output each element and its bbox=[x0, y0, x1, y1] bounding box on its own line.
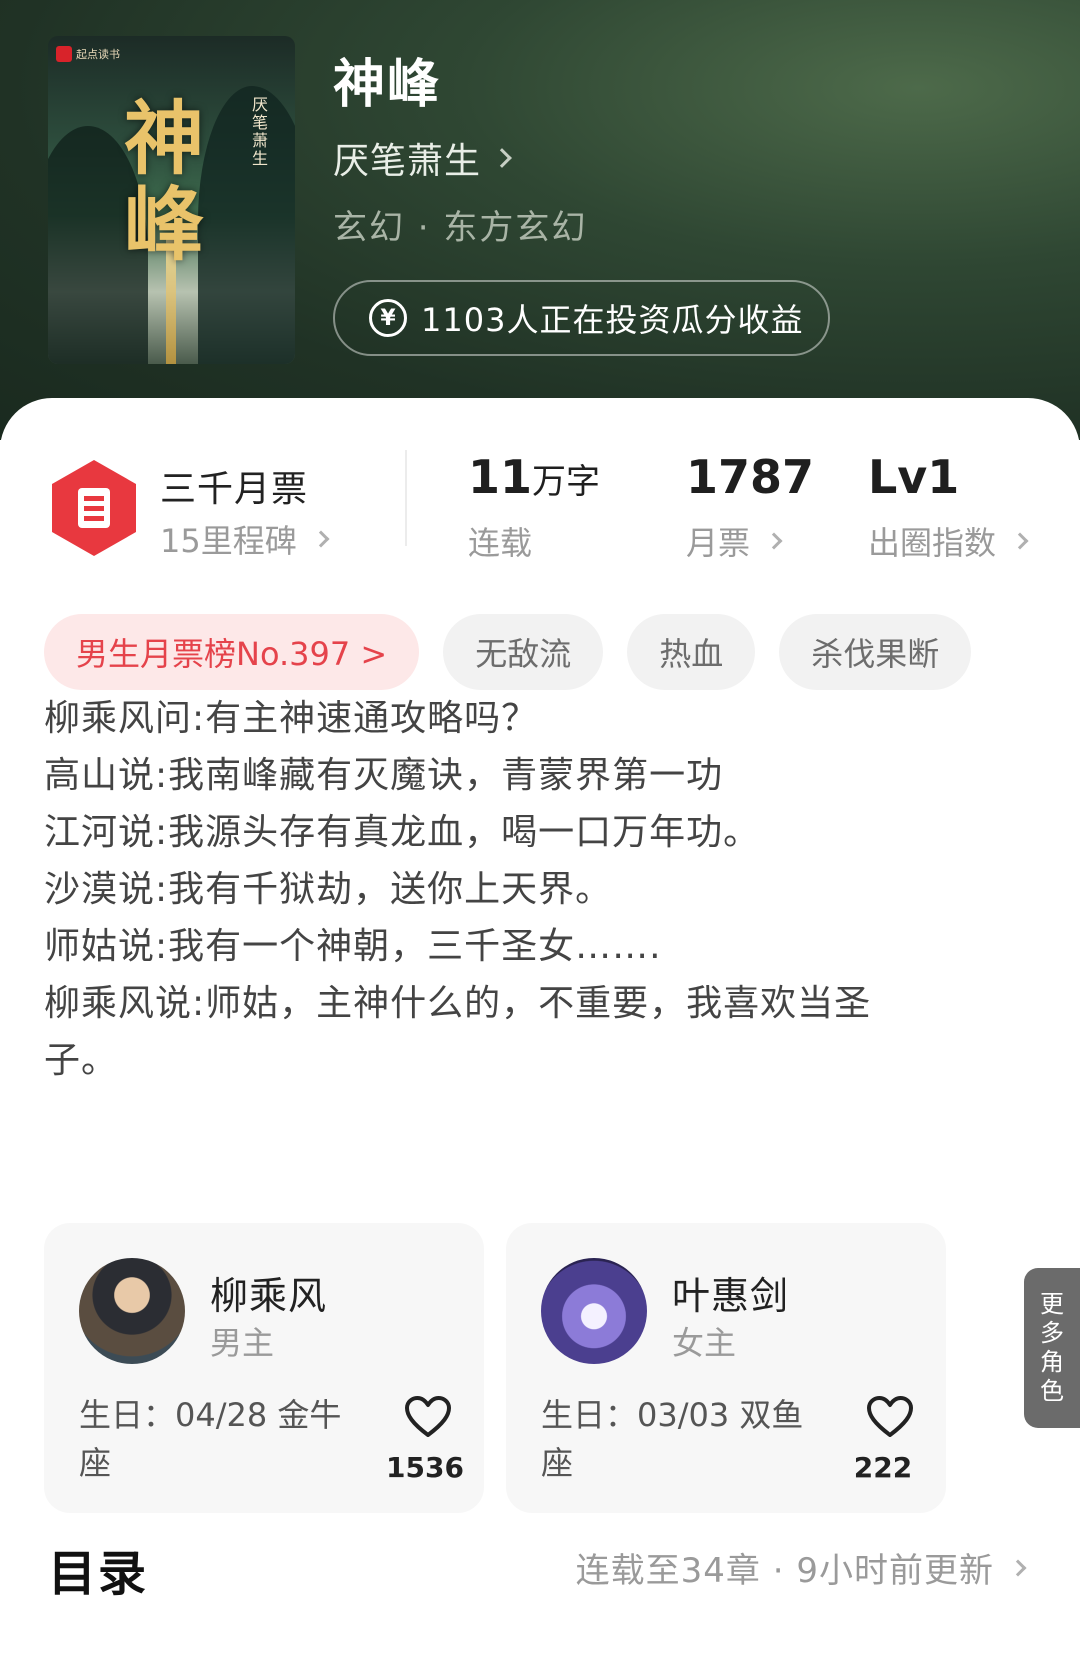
role-type: 男主 bbox=[210, 1324, 275, 1362]
chevron-right-icon bbox=[1009, 1559, 1027, 1576]
word-count-stat: 11万字 连载 bbox=[468, 450, 600, 564]
breakout-index-stat[interactable]: Lv1 出圈指数 bbox=[868, 450, 1029, 564]
role-name: 叶惠剑 bbox=[672, 1274, 790, 1318]
book-intro[interactable]: 柳乘风问:有主神速通攻略吗？ 高山说:我南峰藏有灭魔诀，青蒙界第一功 江河说:我… bbox=[44, 690, 984, 1089]
role-card[interactable]: 柳乘风 男主 生日：04/28 金牛座 1536 bbox=[44, 1223, 484, 1513]
invest-text: 1103人正在投资瓜分收益 bbox=[421, 301, 804, 339]
monthly-ticket-stat[interactable]: 1787 月票 bbox=[686, 450, 814, 564]
role-birthday: 生日：04/28 金牛座 bbox=[79, 1396, 342, 1482]
toc-update-info: 连载至34章 · 9小时前更新 bbox=[575, 1551, 994, 1591]
ticket-milestone: 15里程碑 bbox=[160, 522, 297, 560]
book-title: 神峰 bbox=[333, 55, 442, 115]
chevron-right-icon bbox=[312, 530, 330, 548]
toc-title: 目录 bbox=[48, 1546, 149, 1602]
breakout-index-label: 出圈指数 bbox=[868, 524, 997, 562]
more-roles-char: 角 bbox=[1040, 1348, 1064, 1376]
word-count-unit: 万字 bbox=[532, 462, 601, 502]
book-cover-image[interactable]: 起点读书 神峰 厌笔萧生 bbox=[48, 36, 295, 364]
more-roles-button[interactable]: 更 多 角 色 bbox=[1024, 1268, 1080, 1428]
avatar bbox=[79, 1258, 185, 1364]
breakout-index-value: Lv1 bbox=[868, 450, 960, 504]
monthly-ticket-label: 月票 bbox=[686, 524, 751, 562]
avatar bbox=[541, 1258, 647, 1364]
heart-icon[interactable] bbox=[404, 1395, 452, 1439]
like-count: 1536 bbox=[386, 1451, 464, 1484]
author-link[interactable]: 厌笔萧生 bbox=[333, 132, 512, 184]
book-genre: 玄幻 · 东方玄幻 bbox=[333, 208, 588, 248]
role-name: 柳乘风 bbox=[210, 1274, 328, 1318]
more-roles-char: 多 bbox=[1040, 1319, 1064, 1347]
book-detail-sheet: 三千月票 15里程碑 11万字 连载 1787 月票 Lv1 出圈指数 男生月票… bbox=[0, 398, 1080, 1659]
cover-publisher-text: 起点读书 bbox=[76, 48, 120, 61]
monthly-ticket-value: 1787 bbox=[686, 450, 815, 504]
role-birthday: 生日：03/03 双鱼座 bbox=[541, 1396, 804, 1482]
ticket-title: 三千月票 bbox=[160, 469, 309, 510]
chevron-right-icon bbox=[765, 532, 783, 550]
more-roles-char: 更 bbox=[1040, 1290, 1064, 1318]
tag-passion[interactable]: 热血 bbox=[627, 614, 756, 690]
chevron-right-icon bbox=[492, 148, 512, 168]
more-roles-char: 色 bbox=[1040, 1377, 1064, 1405]
tag-list: 男生月票榜No.397 > 无敌流 热血 杀伐果断 bbox=[44, 614, 995, 690]
toc-update-link[interactable]: 连载至34章 · 9小时前更新 bbox=[575, 1543, 1027, 1592]
serial-status: 连载 bbox=[468, 524, 533, 562]
heart-icon[interactable] bbox=[866, 1395, 914, 1439]
author-name: 厌笔萧生 bbox=[333, 141, 482, 182]
ticket-milestone-link[interactable]: 15里程碑 bbox=[160, 516, 330, 562]
stats-divider bbox=[405, 450, 407, 546]
like-count: 222 bbox=[853, 1451, 913, 1484]
role-card[interactable]: 叶惠剑 女主 生日：03/03 双鱼座 222 bbox=[506, 1223, 946, 1513]
tag-decisive[interactable]: 杀伐果断 bbox=[779, 614, 972, 690]
cover-title: 神峰 bbox=[111, 96, 205, 268]
rank-tag[interactable]: 男生月票榜No.397 > bbox=[44, 614, 420, 690]
role-type: 女主 bbox=[672, 1324, 737, 1362]
stats-row: 三千月票 15里程碑 11万字 连载 1787 月票 Lv1 出圈指数 bbox=[0, 398, 1080, 578]
ticket-icon[interactable] bbox=[48, 458, 140, 558]
yen-circle-icon: ¥ bbox=[369, 299, 407, 337]
chevron-right-icon bbox=[1011, 532, 1029, 550]
book-header: 起点读书 神峰 厌笔萧生 神峰 厌笔萧生 玄幻 · 东方玄幻 ¥ 1103人正在… bbox=[0, 0, 1080, 440]
cover-author: 厌笔萧生 bbox=[249, 96, 268, 168]
word-count-value: 11 bbox=[468, 450, 533, 504]
cover-publisher-logo-icon bbox=[56, 46, 72, 62]
invest-button[interactable]: ¥ 1103人正在投资瓜分收益 bbox=[333, 280, 830, 356]
tag-invincible[interactable]: 无敌流 bbox=[443, 614, 604, 690]
